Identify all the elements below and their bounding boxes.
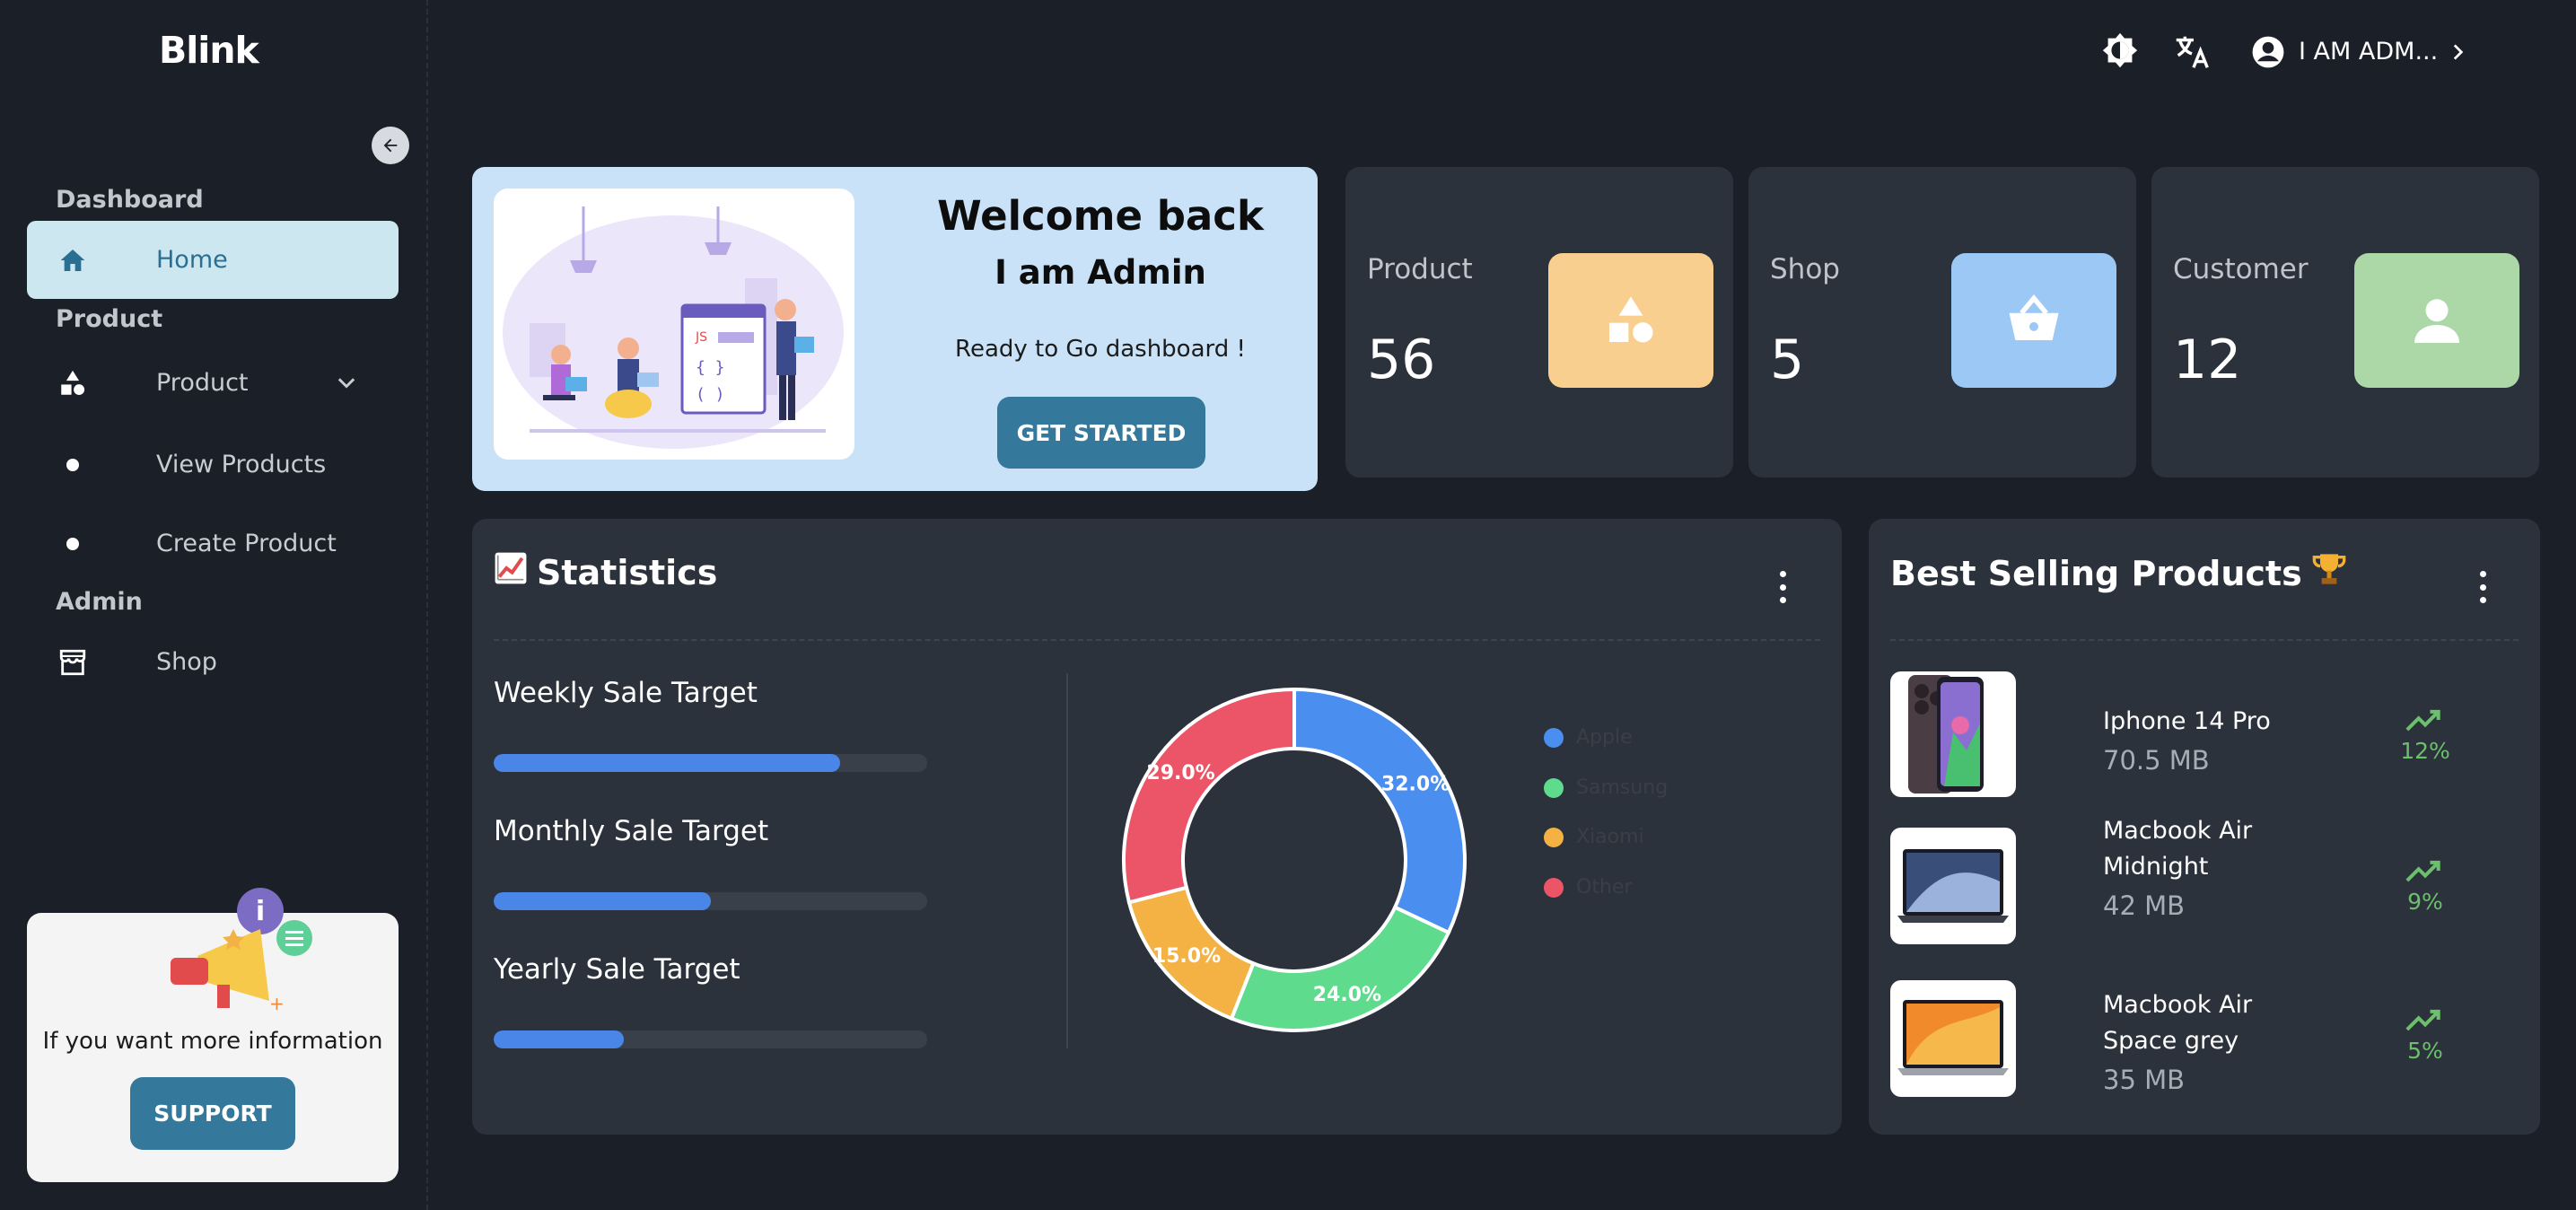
product-growth: 5% (2407, 1038, 2443, 1064)
welcome-title: Welcome back (937, 192, 1264, 240)
legend-item-xiaomi[interactable]: Xiaomi (1544, 826, 1644, 848)
monthly-target-label: Monthly Sale Target (494, 815, 769, 847)
store-icon (57, 647, 88, 678)
shapes-icon (57, 368, 88, 399)
donut-slice-samsung[interactable] (1229, 905, 1451, 1032)
user-name[interactable]: I AM ADM... (2299, 38, 2438, 66)
support-card: i + If you want more information SUPPORT (27, 888, 399, 1182)
donut-data-label: 24.0% (1313, 984, 1381, 1006)
svg-text:JS: JS (695, 330, 707, 345)
product-name: Macbook Air Space grey (2103, 991, 2253, 1055)
sidebar-item-label: Product (156, 369, 249, 397)
donut-data-label: 32.0% (1381, 773, 1450, 795)
support-text: If you want more information (42, 1028, 383, 1055)
product-name: Macbook Air Midnight (2103, 817, 2253, 881)
product-image (1890, 980, 2016, 1097)
theme-toggle-icon[interactable] (2098, 31, 2142, 74)
weekly-target-bar (494, 754, 927, 772)
donut-slice-other[interactable] (1122, 687, 1296, 905)
best-selling-title: Best Selling Products (1890, 551, 2347, 595)
product-image (1890, 828, 2016, 944)
sidebar-item-home[interactable]: Home (27, 221, 399, 299)
sidebar-item-shop[interactable]: Shop (27, 623, 399, 701)
product-size: 42 MB (2103, 890, 2186, 921)
sidebar-item-view-products[interactable]: View Products (27, 425, 399, 504)
get-started-button[interactable]: GET STARTED (997, 397, 1205, 469)
dot-icon (57, 450, 88, 480)
dot-icon (57, 529, 88, 559)
product-name: Iphone 14 Pro (2103, 707, 2271, 735)
stat-value: 56 (1367, 329, 1436, 391)
sidebar-item-label: Shop (156, 648, 217, 676)
sidebar-item-label: Create Product (156, 530, 337, 557)
yearly-target-bar (494, 1030, 927, 1048)
product-image (1890, 671, 2016, 797)
yearly-target-label: Yearly Sale Target (494, 953, 740, 986)
chevron-down-icon[interactable] (334, 371, 359, 402)
best-selling-panel: Best Selling Products Iphone 14 Pro 70.5… (1869, 519, 2540, 1135)
stat-label: Product (1367, 253, 1473, 285)
statistics-title: Statistics (494, 551, 717, 593)
statistics-menu-icon[interactable] (1778, 571, 1787, 603)
product-growth: 12% (2400, 738, 2450, 764)
welcome-description: Ready to Go dashboard ! (955, 336, 1246, 363)
svg-text:( ): ( ) (696, 385, 725, 404)
stat-label: Shop (1770, 253, 1840, 285)
basket-icon (1951, 253, 2116, 388)
chart-up-icon (494, 551, 528, 593)
sales-donut-chart: 32.0% 24.0% 15.0% 29.0% (1122, 687, 1467, 1032)
product-growth: 9% (2407, 889, 2443, 915)
shapes-icon (1548, 253, 1713, 388)
section-label-admin: Admin (56, 588, 143, 616)
chevron-right-icon[interactable] (2437, 31, 2478, 74)
monthly-target-bar (494, 892, 927, 910)
welcome-illustration: JS { } ( ) (494, 189, 854, 460)
svg-text:i: i (256, 896, 265, 927)
welcome-card: JS { } ( ) Welcome back I am Admin Ready… (472, 167, 1318, 491)
trend-up-icon: 12% (2398, 707, 2452, 764)
stat-card-customer[interactable]: Customer 12 (2151, 167, 2539, 478)
sidebar-item-product[interactable]: Product (27, 344, 399, 422)
trophy-icon (2311, 551, 2347, 595)
section-label-dashboard: Dashboard (56, 186, 204, 214)
support-button[interactable]: SUPPORT (130, 1077, 295, 1150)
stat-card-shop[interactable]: Shop 5 (1748, 167, 2136, 478)
collapse-sidebar-button[interactable] (372, 127, 409, 164)
product-size: 35 MB (2103, 1065, 2186, 1095)
donut-data-label: 15.0% (1152, 945, 1221, 968)
legend-item-other[interactable]: Other (1544, 876, 1632, 899)
sidebar-item-create-product[interactable]: Create Product (27, 504, 399, 583)
svg-text:{ }: { } (696, 358, 725, 377)
home-icon (57, 245, 88, 276)
sidebar-item-label: View Products (156, 451, 327, 478)
divider (1066, 673, 1068, 1048)
product-size: 70.5 MB (2103, 745, 2210, 776)
stat-label: Customer (2173, 253, 2309, 285)
translate-icon[interactable] (2170, 31, 2213, 74)
donut-slice-apple[interactable] (1292, 687, 1467, 935)
megaphone-illustration: i + (171, 888, 312, 1014)
section-label-product: Product (56, 305, 163, 333)
welcome-subtitle: I am Admin (994, 253, 1206, 292)
sidebar: Blink Dashboard Home Product Product Vie… (0, 0, 428, 1210)
divider (494, 639, 1820, 641)
legend-item-apple[interactable]: Apple (1544, 726, 1633, 749)
trend-up-icon: 5% (2398, 1007, 2452, 1064)
person-icon (2354, 253, 2519, 388)
svg-text:+: + (269, 993, 285, 1014)
weekly-target-label: Weekly Sale Target (494, 677, 758, 709)
legend-item-samsung[interactable]: Samsung (1544, 776, 1668, 799)
sidebar-item-label: Home (156, 246, 228, 274)
stat-value: 12 (2173, 329, 2242, 391)
stat-value: 5 (1770, 329, 1805, 391)
best-selling-menu-icon[interactable] (2478, 571, 2487, 603)
donut-data-label: 29.0% (1146, 762, 1214, 785)
arrow-left-icon (383, 138, 398, 153)
statistics-panel: Statistics Weekly Sale Target Monthly Sa… (472, 519, 1842, 1135)
stat-card-product[interactable]: Product 56 (1345, 167, 1733, 478)
divider (1890, 639, 2519, 641)
user-avatar-icon[interactable] (2247, 31, 2290, 74)
trend-up-icon: 9% (2398, 858, 2452, 915)
brand-logo[interactable]: Blink (159, 29, 259, 72)
